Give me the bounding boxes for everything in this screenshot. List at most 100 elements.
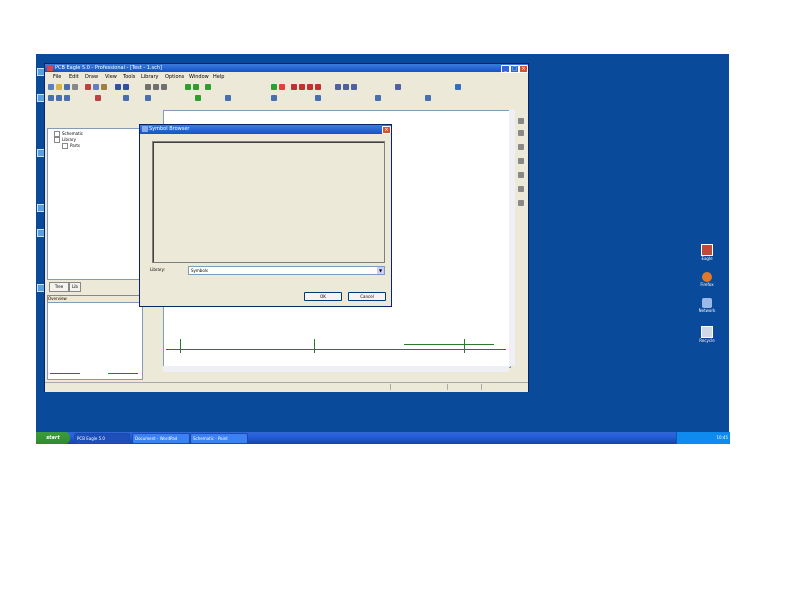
layer-icon[interactable] <box>307 84 313 90</box>
zoom-fit-icon[interactable] <box>161 84 167 90</box>
zoom-in-icon[interactable] <box>145 84 151 90</box>
route-icon[interactable] <box>343 84 349 90</box>
desktop-shortcut[interactable]: Network <box>692 298 722 313</box>
desktop-shortcut[interactable]: Eagle <box>692 244 722 261</box>
cancel-button[interactable]: Cancel <box>348 292 386 301</box>
green-circle-icon[interactable] <box>271 84 277 90</box>
dialog-icon <box>142 126 148 132</box>
erc-icon[interactable] <box>205 84 211 90</box>
tool-icon[interactable] <box>518 118 524 124</box>
circle-icon[interactable] <box>375 95 381 101</box>
select-icon[interactable] <box>48 95 54 101</box>
desktop-shortcut[interactable]: Firefox <box>692 272 722 287</box>
red-circle-icon[interactable] <box>279 84 285 90</box>
chevron-down-icon[interactable]: ▼ <box>377 267 384 274</box>
library-select[interactable]: Symbols ▼ <box>188 266 385 275</box>
route-icon[interactable] <box>351 84 357 90</box>
vertical-scrollbar[interactable] <box>509 110 515 366</box>
wire-icon[interactable] <box>95 95 101 101</box>
undo-icon[interactable] <box>115 84 121 90</box>
tool-icon[interactable] <box>518 158 524 164</box>
save-icon[interactable] <box>64 84 70 90</box>
firefox-icon <box>702 272 712 282</box>
taskbar-button[interactable]: Document - WordPad <box>132 433 190 444</box>
close-button[interactable]: × <box>519 65 528 73</box>
bus-icon[interactable] <box>123 95 129 101</box>
new-icon[interactable] <box>48 84 54 90</box>
open-icon[interactable] <box>56 84 62 90</box>
junction-icon[interactable] <box>195 95 201 101</box>
toolbar-1 <box>45 82 517 92</box>
menu-tools[interactable]: Tools <box>123 73 135 81</box>
schematic-wire <box>404 344 494 345</box>
tool-icon[interactable] <box>518 130 524 136</box>
drc-icon[interactable] <box>193 84 199 90</box>
arrow-icon[interactable] <box>455 84 461 90</box>
tab-tree[interactable]: Tree <box>49 282 69 292</box>
tab-lib[interactable]: Lib <box>69 282 81 292</box>
horizontal-scrollbar[interactable] <box>163 366 509 372</box>
align-icon[interactable] <box>395 84 401 90</box>
tool-icon[interactable] <box>518 200 524 206</box>
tool-icon[interactable] <box>518 186 524 192</box>
maximize-button[interactable]: □ <box>510 65 519 73</box>
ok-button[interactable]: OK <box>304 292 342 301</box>
expand-icon[interactable] <box>54 137 60 143</box>
dialog-titlebar[interactable]: Symbol Browser × <box>140 125 391 134</box>
text-icon[interactable] <box>271 95 277 101</box>
layer-icon[interactable] <box>299 84 305 90</box>
menu-options[interactable]: Options <box>165 73 184 81</box>
label-icon[interactable] <box>225 95 231 101</box>
overview-panel[interactable] <box>47 302 143 380</box>
layer-icon[interactable] <box>291 84 297 90</box>
overview-trace <box>108 373 138 374</box>
taskbar: start PCB Eagle 5.0 Document - WordPad S… <box>36 432 730 444</box>
move-icon[interactable] <box>56 95 62 101</box>
statusbar <box>45 382 528 392</box>
menu-edit[interactable]: Edit <box>69 73 79 81</box>
overview-trace <box>50 373 80 374</box>
redo-icon[interactable] <box>123 84 129 90</box>
schematic-wire <box>166 349 506 350</box>
rotate-icon[interactable] <box>64 95 70 101</box>
menu-help[interactable]: Help <box>213 73 224 81</box>
menu-view[interactable]: View <box>105 73 117 81</box>
menu-window[interactable]: Window <box>189 73 209 81</box>
dialog-list-area[interactable] <box>152 141 385 263</box>
clock[interactable]: 10:45 <box>716 432 728 444</box>
minimize-button[interactable]: _ <box>501 65 510 73</box>
menu-file[interactable]: File <box>53 73 61 81</box>
schematic-wire <box>314 339 315 353</box>
tool-icon[interactable] <box>518 172 524 178</box>
route-icon[interactable] <box>335 84 341 90</box>
taskbar-button[interactable]: Schematic - Paint <box>190 433 248 444</box>
window-titlebar[interactable]: PCB Eagle 5.0 - Professional - [Test - 1… <box>45 64 528 73</box>
polygon-icon[interactable] <box>315 95 321 101</box>
menu-library[interactable]: Library <box>141 73 158 81</box>
toolbar-2 <box>45 93 517 103</box>
desktop-left-strip <box>36 54 45 434</box>
dialog-field-label: Library: <box>150 267 166 272</box>
print-icon[interactable] <box>72 84 78 90</box>
taskbar-button[interactable]: PCB Eagle 5.0 <box>74 433 130 444</box>
project-tree[interactable]: Schematic Library Parts <box>47 128 143 280</box>
schematic-wire <box>180 339 181 353</box>
menu-draw[interactable]: Draw <box>85 73 98 81</box>
arc-icon[interactable] <box>425 95 431 101</box>
desktop-shortcut[interactable]: Recycle <box>692 326 722 343</box>
zoom-out-icon[interactable] <box>153 84 159 90</box>
library-select-value: Symbols <box>191 268 208 273</box>
run-icon[interactable] <box>185 84 191 90</box>
tool-icon[interactable] <box>518 144 524 150</box>
copy-icon[interactable] <box>93 84 99 90</box>
tree-item[interactable]: Parts <box>62 143 80 149</box>
cut-icon[interactable] <box>85 84 91 90</box>
eagle-icon <box>701 244 713 256</box>
layer-icon[interactable] <box>315 84 321 90</box>
dialog-close-button[interactable]: × <box>382 126 391 134</box>
paste-icon[interactable] <box>101 84 107 90</box>
start-button[interactable]: start <box>36 432 70 444</box>
net-icon[interactable] <box>145 95 151 101</box>
status-coords <box>390 384 443 390</box>
app-icon <box>47 65 53 71</box>
